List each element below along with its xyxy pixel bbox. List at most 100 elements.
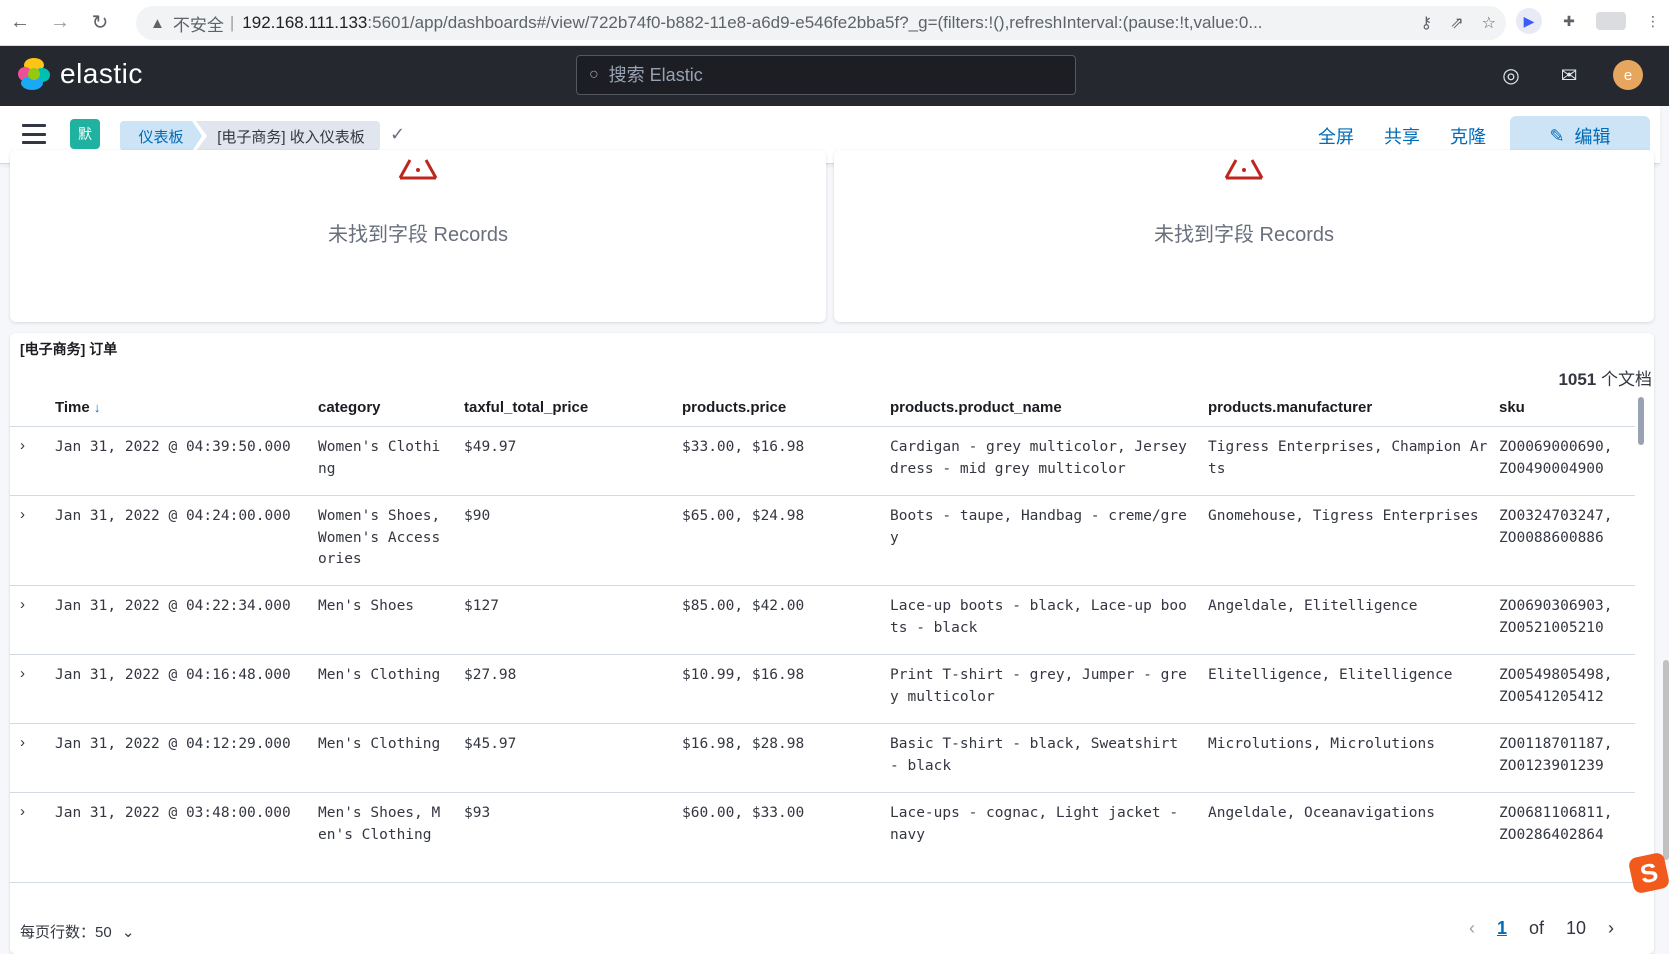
cell-sku: ZO0549805498, ZO0541205412 <box>1499 667 1613 705</box>
table-scrollbar[interactable] <box>1638 397 1644 445</box>
cell-product-name: Lace-ups - cognac, Light jacket - navy <box>890 805 1179 843</box>
star-icon[interactable]: ☆ <box>1482 13 1496 33</box>
help-icon[interactable]: ◎ <box>1497 61 1525 89</box>
cell-price: $65.00, $24.98 <box>682 508 805 524</box>
column-header-sku[interactable]: sku <box>1499 399 1525 416</box>
extensions-area: ▶ ✚ ⋮ <box>1516 8 1666 34</box>
cell-category: Men's Shoes <box>318 598 415 614</box>
table-row: › Jan 31, 2022 @ 04:22:34.000 Men's Shoe… <box>10 586 1635 655</box>
cell-manufacturer: Microlutions, Microlutions <box>1208 736 1435 752</box>
share-button[interactable]: 共享 <box>1384 123 1420 149</box>
chevron-right-icon[interactable]: › <box>20 665 25 682</box>
pencil-icon: ✎ <box>1549 125 1565 146</box>
table-row: › Jan 31, 2022 @ 04:24:00.000 Women's Sh… <box>10 496 1635 586</box>
forward-icon[interactable]: → <box>40 0 80 46</box>
omnibox-actions: ⚷ ⇗ ☆ <box>1410 6 1496 40</box>
cell-total: $27.98 <box>464 667 517 683</box>
next-page-icon[interactable]: › <box>1608 918 1614 939</box>
insecure-label: 不安全 <box>172 15 224 35</box>
cell-manufacturer: Elitelligence, Elitelligence <box>1208 667 1453 683</box>
ime-floating-icon[interactable]: S <box>1627 851 1669 895</box>
sort-down-icon[interactable]: ↓ <box>94 400 101 415</box>
error-panel-right: 未找到字段 Records <box>834 150 1654 322</box>
search-input[interactable] <box>608 64 1049 86</box>
document-count-number: 1051 <box>1558 370 1597 389</box>
search-icon: ○ <box>589 66 599 83</box>
cell-price: $10.99, $16.98 <box>682 667 805 683</box>
cell-time: Jan 31, 2022 @ 04:16:48.000 <box>55 667 291 683</box>
cell-product-name: Lace-up boots - black, Lace-up boots - b… <box>890 598 1187 636</box>
url-separator: | <box>229 13 235 32</box>
error-message: 未找到字段 Records <box>327 224 509 246</box>
column-header-category[interactable]: category <box>318 399 381 416</box>
error-content: 未找到字段 Records <box>10 150 826 247</box>
key-icon[interactable]: ⚷ <box>1421 13 1433 33</box>
error-panel-left: 未找到字段 Records <box>10 150 826 322</box>
column-header-total[interactable]: taxful_total_price <box>464 399 588 416</box>
elastic-logo[interactable]: elastic <box>18 58 143 90</box>
breadcrumb-current: [电子商务] 收入仪表板 <box>196 121 380 151</box>
warning-icon <box>1224 159 1264 180</box>
clone-button[interactable]: 克隆 <box>1450 123 1486 149</box>
previous-page-icon[interactable]: ‹ <box>1469 918 1475 939</box>
cell-sku: ZO0681106811, ZO0286402864 <box>1499 805 1613 843</box>
chevron-right-icon[interactable]: › <box>20 437 25 454</box>
page-scrollbar[interactable] <box>1663 660 1669 860</box>
newsfeed-icon[interactable]: ✉ <box>1555 61 1583 89</box>
profile-icon[interactable] <box>1596 12 1626 30</box>
chevron-right-icon[interactable]: › <box>20 803 25 820</box>
cell-product-name: Print T-shirt - grey, Jumper - grey mult… <box>890 667 1187 705</box>
cell-manufacturer: Angeldale, Oceanavigations <box>1208 805 1435 821</box>
cell-total: $90 <box>464 508 491 524</box>
orders-panel: [电子商务] 订单 1051 个文档 Time ↓ category taxfu… <box>10 333 1654 954</box>
cell-time: Jan 31, 2022 @ 04:24:00.000 <box>55 508 291 524</box>
cell-price: $16.98, $28.98 <box>682 736 805 752</box>
error-message: 未找到字段 Records <box>1153 224 1335 246</box>
cell-sku: ZO0690306903, ZO0521005210 <box>1499 598 1613 636</box>
cell-total: $45.97 <box>464 736 517 752</box>
chevron-right-icon[interactable]: › <box>20 734 25 751</box>
chevron-right-icon[interactable]: › <box>20 506 25 523</box>
cell-total: $49.97 <box>464 439 517 455</box>
rows-per-page-selector[interactable]: 每页行数：50 ⌄ <box>20 921 134 942</box>
address-bar[interactable]: ▲ 不安全 | 192.168.111.133:5601/app/dashboa… <box>136 6 1506 40</box>
cell-manufacturer: Gnomehouse, Tigress Enterprises <box>1208 508 1479 524</box>
total-pages[interactable]: 10 <box>1566 918 1586 939</box>
current-page[interactable]: 1 <box>1497 918 1507 939</box>
menu-icon[interactable] <box>22 124 46 144</box>
cell-time: Jan 31, 2022 @ 04:12:29.000 <box>55 736 291 752</box>
table-row: › Jan 31, 2022 @ 03:48:00.000 Men's Shoe… <box>10 793 1635 883</box>
cell-product-name: Boots - taupe, Handbag - creme/grey <box>890 508 1187 546</box>
space-badge[interactable]: 默 <box>70 119 100 149</box>
pagination-of: of <box>1528 918 1544 938</box>
edit-label: 编辑 <box>1574 127 1611 147</box>
warning-icon <box>398 159 438 180</box>
column-header-time[interactable]: Time ↓ <box>55 399 100 416</box>
browser-menu-icon[interactable]: ⋮ <box>1640 8 1666 34</box>
column-header-product-name[interactable]: products.product_name <box>890 399 1062 416</box>
cell-category: Men's Shoes, Men's Clothing <box>318 805 441 843</box>
cell-sku: ZO0324703247, ZO0088600886 <box>1499 508 1613 546</box>
reload-icon[interactable]: ↻ <box>80 0 120 46</box>
cell-total: $93 <box>464 805 491 821</box>
avatar[interactable]: e <box>1613 60 1643 90</box>
chevron-right-icon[interactable]: › <box>20 596 25 613</box>
cell-category: Men's Clothing <box>318 667 441 683</box>
breadcrumb-dashboards[interactable]: 仪表板 <box>120 121 202 151</box>
column-header-price[interactable]: products.price <box>682 399 786 416</box>
global-search[interactable]: ○ <box>576 55 1076 95</box>
url-host: 192.168.111.133 <box>242 13 368 32</box>
table-row: › Jan 31, 2022 @ 04:39:50.000 Women's Cl… <box>10 427 1635 496</box>
extension-play-icon[interactable]: ▶ <box>1516 8 1542 34</box>
fullscreen-button[interactable]: 全屏 <box>1318 123 1354 149</box>
back-icon[interactable]: ← <box>0 0 40 46</box>
cell-category: Women's Shoes, Women's Accessories <box>318 508 441 567</box>
column-header-manufacturer[interactable]: products.manufacturer <box>1208 399 1372 416</box>
share-icon[interactable]: ⇗ <box>1450 13 1463 33</box>
cell-manufacturer: Tigress Enterprises, Champion Arts <box>1208 439 1488 477</box>
extension-icon[interactable]: ✚ <box>1556 8 1582 34</box>
cell-total: $127 <box>464 598 499 614</box>
url-path: :5601/app/dashboards#/view/722b74f0-b882… <box>367 13 1263 32</box>
cell-price: $33.00, $16.98 <box>682 439 805 455</box>
dashboard-actions: 全屏 共享 克隆 <box>1318 123 1486 149</box>
